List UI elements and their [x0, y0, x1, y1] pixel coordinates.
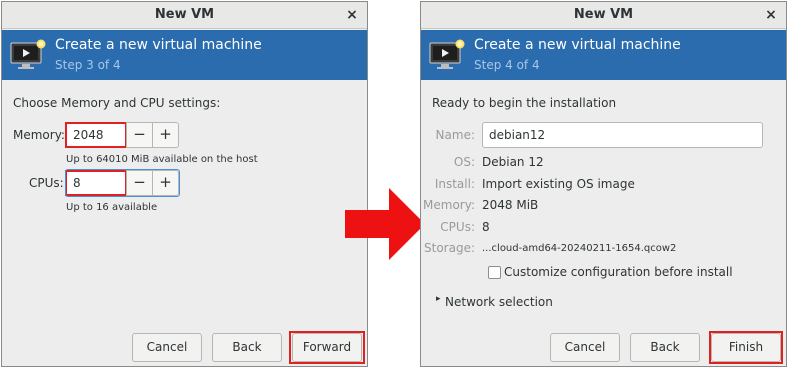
banner-step: Step 4 of 4 [474, 58, 540, 72]
customize-label[interactable]: Customize configuration before install [504, 265, 733, 279]
cancel-button[interactable]: Cancel [550, 333, 620, 362]
os-label: OS: [453, 155, 475, 169]
name-field[interactable]: debian12 [482, 122, 763, 148]
cpus-hint: Up to 16 available [66, 202, 158, 213]
vm-monitor-icon [429, 39, 465, 69]
wizard-banner: Create a new virtual machine Step 3 of 4 [2, 30, 367, 80]
back-button[interactable]: Back [212, 333, 282, 362]
memory-value: 2048 MiB [482, 198, 539, 212]
cpus-label: CPUs: [440, 220, 475, 234]
close-icon[interactable]: × [762, 6, 780, 24]
memory-label: Memory: [423, 198, 475, 212]
install-value: Import existing OS image [482, 177, 635, 191]
new-vm-dialog-step4: New VM × Create a new virtual machine St… [420, 1, 787, 367]
forward-highlight [289, 331, 365, 364]
install-label: Install: [434, 177, 475, 191]
os-value: Debian 12 [482, 155, 544, 169]
wizard-banner: Create a new virtual machine Step 4 of 4 [421, 30, 786, 80]
titlebar: New VM × [421, 2, 786, 29]
banner-step: Step 3 of 4 [55, 58, 121, 72]
finish-highlight [709, 331, 783, 364]
expander-arrow-icon[interactable]: ▸ [436, 294, 441, 304]
banner-title: Create a new virtual machine [55, 37, 262, 53]
window-title: New VM [573, 7, 634, 22]
storage-value: ...cloud-amd64-20240211-1654.qcow2 [482, 243, 677, 254]
section-heading: Ready to begin the installation [432, 96, 617, 110]
content-area: Choose Memory and CPU settings: Memory: … [2, 80, 367, 368]
vm-monitor-icon [10, 39, 46, 69]
memory-label: Memory: [13, 128, 65, 142]
content-area: Ready to begin the installation Name: de… [421, 80, 786, 368]
cancel-button[interactable]: Cancel [132, 333, 202, 362]
cpus-focus-ring [65, 169, 180, 197]
name-label: Name: [435, 128, 475, 142]
titlebar: New VM × [2, 2, 367, 29]
memory-minus-button[interactable]: − [126, 122, 153, 148]
banner-title: Create a new virtual machine [474, 37, 681, 53]
window-title: New VM [154, 7, 215, 22]
memory-hint: Up to 64010 MiB available on the host [66, 154, 258, 165]
name-value: debian12 [489, 128, 546, 142]
close-icon[interactable]: × [343, 6, 361, 24]
cpus-label: CPUs: [29, 176, 64, 190]
section-heading: Choose Memory and CPU settings: [13, 96, 221, 110]
new-vm-dialog-step3: New VM × Create a new virtual machine St… [1, 1, 368, 367]
red-arrow-icon [345, 188, 425, 260]
cpus-value: 8 [482, 220, 490, 234]
memory-highlight [65, 122, 127, 148]
customize-checkbox[interactable] [488, 266, 501, 279]
back-button[interactable]: Back [630, 333, 700, 362]
storage-label: Storage: [424, 241, 475, 255]
network-selection-expander[interactable]: Network selection [445, 295, 553, 309]
memory-plus-button[interactable]: + [152, 122, 179, 148]
